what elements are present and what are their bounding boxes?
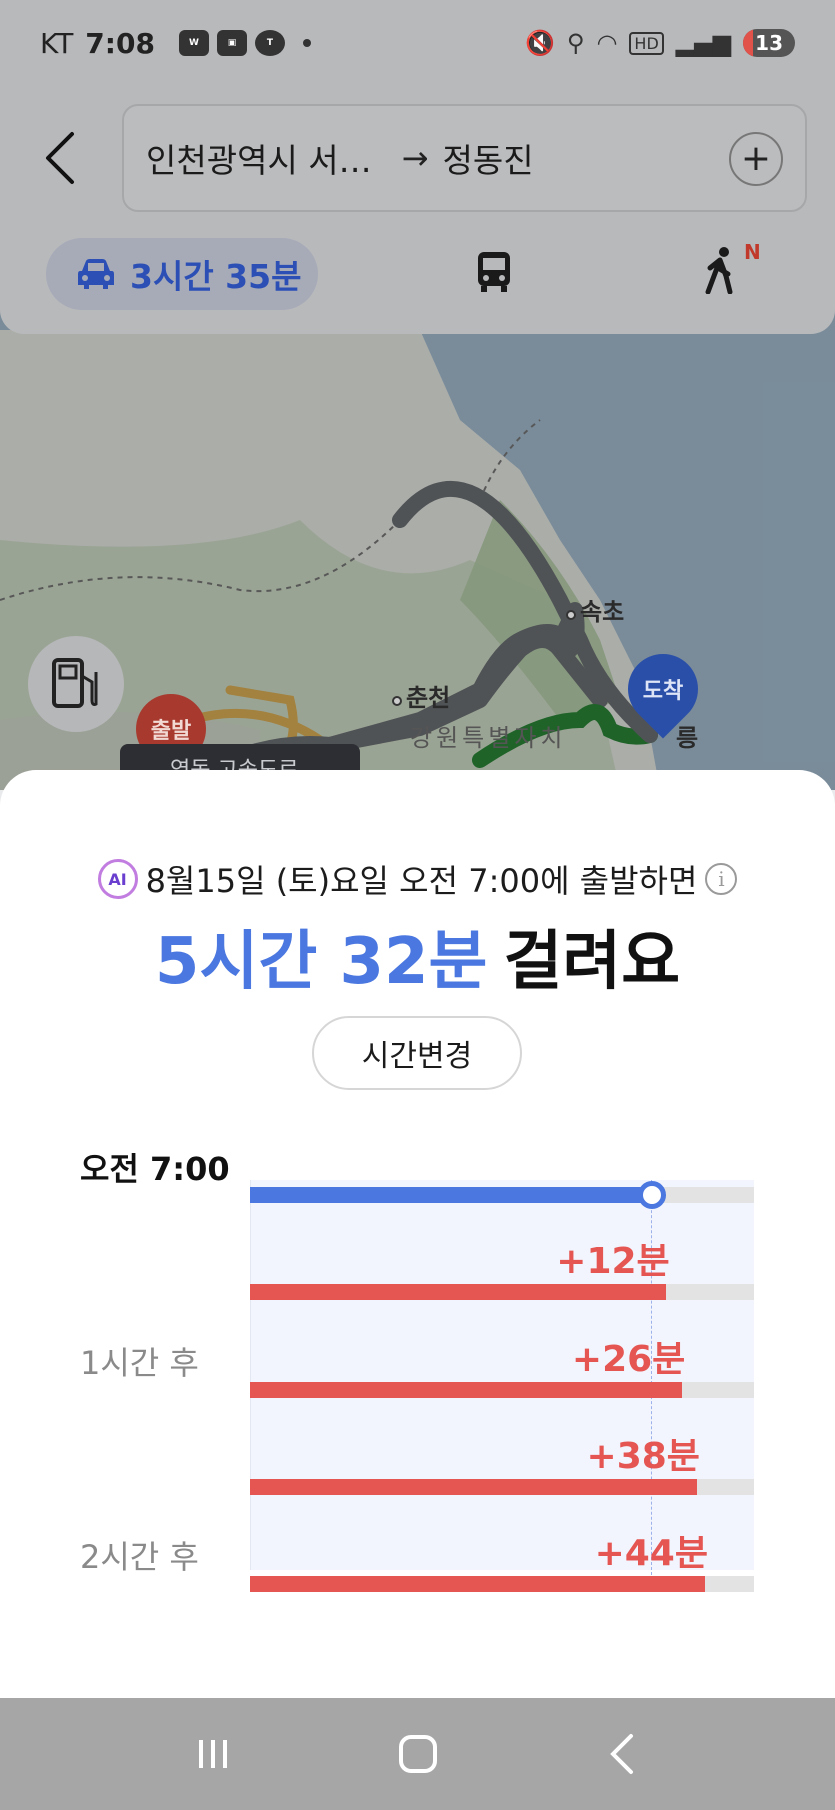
info-icon[interactable]: i [705, 863, 738, 895]
change-time-button[interactable]: 시간변경 [312, 1016, 522, 1090]
delay-label: +26분 [571, 1339, 686, 1380]
end-marker[interactable]: 도착 [613, 639, 713, 739]
mute-icon: 🔇 [525, 29, 555, 57]
wifi-icon: ◠ [596, 29, 618, 57]
chevron-left-icon [46, 132, 74, 184]
home-button[interactable] [388, 1724, 448, 1784]
duration-bar-track [250, 1576, 754, 1592]
new-badge: N [744, 240, 761, 264]
delay-label: +12분 [556, 1241, 670, 1282]
current-time-knob[interactable] [637, 1181, 666, 1209]
duration-suffix: 걸려요 [503, 925, 681, 999]
departure-info: AI 8월15일 (토)요일 오전 7:00에 출발하면 i [0, 856, 835, 902]
transport-mode-tabs: 3시간 35분 N [0, 238, 835, 310]
fuel-pump-icon [52, 658, 98, 708]
tab-transit[interactable] [474, 250, 514, 298]
departure-text: 8월15일 (토)요일 오전 7:00에 출발하면 [145, 862, 698, 900]
add-waypoint-button[interactable]: + [729, 132, 783, 186]
delay-label: +38분 [586, 1436, 700, 1477]
row-label: 2시간 후 [80, 1538, 199, 1576]
location-icon: ⚲ [566, 29, 585, 57]
system-back-button[interactable] [593, 1724, 653, 1784]
map-label-sokcho: 속초 [566, 592, 624, 627]
bus-icon [478, 252, 510, 292]
duration-bar-later [250, 1284, 667, 1300]
duration-bar-track [250, 1382, 754, 1398]
departure-time-chart: 오전 7:00 +12분 1시간 후 +26분 +38분 2시간 후 +44분 [0, 1150, 835, 1600]
car-icon [78, 259, 114, 289]
duration-bar-track [250, 1181, 754, 1209]
route-arrow-icon: → [401, 139, 429, 177]
back-button[interactable] [40, 128, 80, 188]
destination-text[interactable]: 정동진 [442, 134, 533, 182]
system-nav-bar [0, 1698, 835, 1810]
battery-indicator: 13 [743, 29, 795, 57]
estimated-duration: 5시간 32분 걸려요 [0, 910, 835, 1002]
back-icon [609, 1734, 633, 1774]
duration-value: 5시간 32분 [154, 925, 488, 999]
tab-car[interactable]: 3시간 35분 [46, 238, 318, 310]
signal-icon: ▂▄▆ [675, 29, 732, 57]
duration-bar-later [250, 1382, 682, 1398]
eta-bottom-sheet: AI 8월15일 (토)요일 오전 7:00에 출발하면 i 5시간 32분 걸려… [0, 770, 835, 1700]
recent-apps-button[interactable] [183, 1724, 243, 1784]
carrier-label: KT [40, 26, 74, 60]
fuel-station-button[interactable] [28, 636, 124, 732]
duration-bar-track [250, 1479, 754, 1495]
scan-icon: ▣ [216, 30, 247, 56]
car-duration-label: 3시간 35분 [130, 257, 302, 296]
duration-bar-later [250, 1576, 705, 1592]
clock: 7:08 [85, 26, 155, 60]
origin-text[interactable]: 인천광역시 서… [146, 134, 372, 182]
recent-apps-icon [198, 1740, 227, 1768]
ai-badge-icon: AI [97, 859, 138, 899]
walking-person-icon [705, 247, 733, 295]
home-icon [398, 1735, 437, 1773]
row-label: 오전 7:00 [80, 1150, 230, 1188]
duration-bar-later [250, 1479, 697, 1495]
duration-bar-current [250, 1187, 652, 1203]
row-label: 1시간 후 [80, 1344, 199, 1382]
duration-bar-track [250, 1284, 754, 1300]
map-label-gangwon: 강원특별자치 [410, 724, 567, 752]
delay-label: +44분 [594, 1533, 708, 1574]
hd-voice-icon: HD [629, 31, 664, 55]
tab-walk[interactable]: N [702, 240, 761, 298]
route-field[interactable]: 인천광역시 서… → 정동진 + [122, 104, 807, 212]
notification-dot-icon [302, 39, 311, 47]
talk-icon: T [254, 30, 285, 56]
map-label-chuncheon: 춘천 [392, 678, 450, 713]
status-bar: KT 7:08 W ▣ T 🔇 ⚲ ◠ HD ▂▄▆ 13 [0, 0, 835, 86]
webtoon-icon: W [178, 30, 209, 56]
